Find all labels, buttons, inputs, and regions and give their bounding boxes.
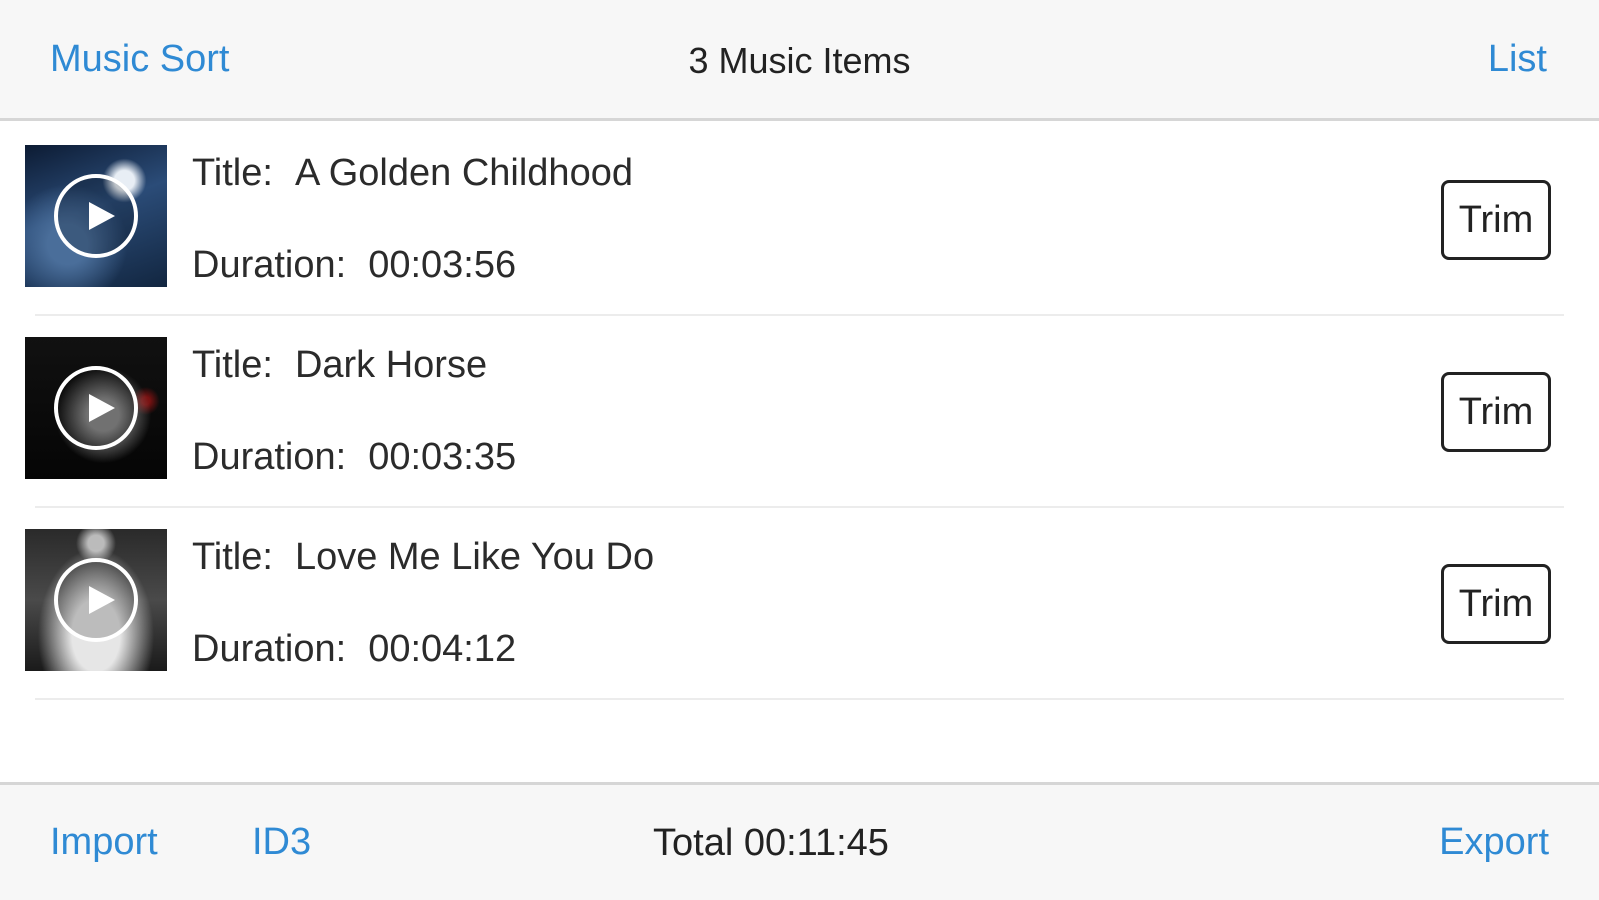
album-artwork — [25, 145, 167, 287]
item-title: Title: Love Me Like You Do — [192, 536, 654, 579]
page-title: 3 Music Items — [688, 40, 911, 81]
play-button[interactable] — [54, 174, 138, 258]
play-button[interactable] — [54, 558, 138, 642]
music-sort-screen: Music Sort 3 Music Items List Title: A Go… — [0, 0, 1599, 900]
title-value: Dark Horse — [294, 344, 488, 386]
list-button[interactable]: List — [1488, 38, 1547, 81]
id3-button[interactable]: ID3 — [252, 821, 311, 864]
title-value: Love Me Like You Do — [294, 536, 655, 578]
play-icon — [89, 394, 115, 422]
play-button[interactable] — [54, 366, 138, 450]
duration-value: 00:03:56 — [368, 244, 517, 286]
total-duration: Total 00:11:45 — [653, 822, 889, 864]
title-label: Title: — [192, 344, 273, 386]
import-button[interactable]: Import — [50, 821, 158, 864]
title-label: Title: — [192, 536, 273, 578]
music-list: Title: A Golden Childhood Duration: 00:03:… — [0, 124, 1599, 700]
item-title: Title: A Golden Childhood — [192, 152, 633, 195]
item-title: Title: Dark Horse — [192, 344, 487, 387]
title-label: Title: — [192, 152, 273, 194]
export-button[interactable]: Export — [1439, 821, 1549, 864]
trim-button[interactable]: Trim — [1441, 564, 1551, 644]
list-item[interactable]: Title: Dark Horse Duration: 00:03:35 Trim — [0, 316, 1599, 508]
duration-value: 00:03:35 — [368, 436, 517, 478]
duration-label: Duration: — [192, 244, 347, 286]
item-duration: Duration: 00:03:35 — [192, 436, 516, 479]
bottom-toolbar: Import ID3 Total 00:11:45 Export — [0, 782, 1599, 900]
item-duration: Duration: 00:03:56 — [192, 244, 516, 287]
play-icon — [89, 586, 115, 614]
list-item[interactable]: Title: A Golden Childhood Duration: 00:03:… — [0, 124, 1599, 316]
trim-button[interactable]: Trim — [1441, 180, 1551, 260]
navigation-bar: Music Sort 3 Music Items List — [0, 0, 1599, 121]
duration-label: Duration: — [192, 436, 347, 478]
item-duration: Duration: 00:04:12 — [192, 628, 516, 671]
row-separator — [35, 698, 1564, 700]
album-artwork — [25, 529, 167, 671]
duration-value: 00:04:12 — [368, 628, 517, 670]
title-value: A Golden Childhood — [294, 152, 633, 194]
duration-label: Duration: — [192, 628, 347, 670]
play-icon — [89, 202, 115, 230]
list-item[interactable]: Title: Love Me Like You Do Duration: 00:04… — [0, 508, 1599, 700]
album-artwork — [25, 337, 167, 479]
trim-button[interactable]: Trim — [1441, 372, 1551, 452]
